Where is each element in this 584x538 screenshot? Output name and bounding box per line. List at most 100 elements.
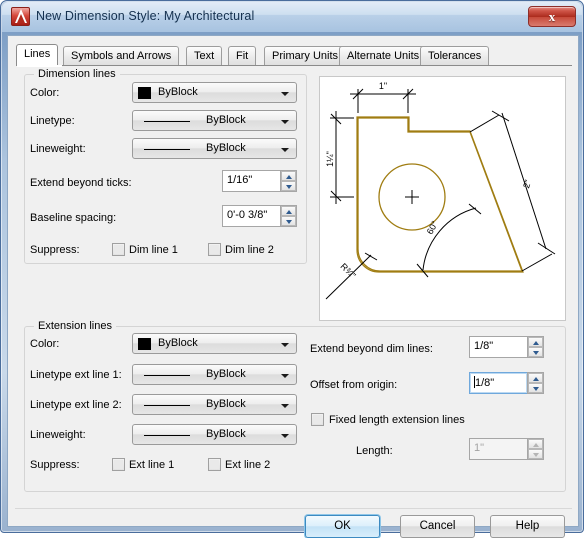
suppress-ext-line-1-checkbox[interactable] [112,458,125,471]
spin-up-icon[interactable] [528,439,543,449]
title-bar: New Dimension Style: My Architectural x [2,2,582,32]
tab-active-cut [17,65,62,67]
dim-lineweight-combo[interactable]: ByBlock [132,138,297,159]
chevron-down-icon [281,120,289,124]
dim-top-label: 1" [379,81,387,91]
spin-down-icon[interactable] [528,347,543,357]
spin-up-icon[interactable] [528,373,543,383]
spin-down-icon[interactable] [528,383,543,393]
length-stepper[interactable]: 1" [469,438,544,460]
offset-from-origin-spin-buttons[interactable] [527,372,544,394]
tab-symbols-and-arrows[interactable]: Symbols and Arrows [63,46,180,66]
extend-beyond-dim-lines-input[interactable]: 1/8" [469,336,527,358]
preview-geometry-outline [357,117,523,272]
ext-linetype-2-combo[interactable]: ByBlock [132,394,297,415]
preview-drawing: 1" 1¼" R¾" 60° 2" [325,81,556,300]
dim-linetype-value: ByBlock [206,114,246,126]
dim-linetype-combo[interactable]: ByBlock [132,110,297,131]
line-sample-icon [144,405,190,406]
suppress-dim-line-2-checkbox[interactable] [208,243,221,256]
ext-linetype-1-combo[interactable]: ByBlock [132,364,297,385]
dim-color-combo[interactable]: ByBlock [132,82,297,103]
ext-color-combo[interactable]: ByBlock [132,333,297,354]
chevron-down-icon [281,404,289,408]
spin-down-icon[interactable] [281,216,296,226]
tab-text[interactable]: Text [186,46,223,66]
ext-lineweight-label: Lineweight: [30,429,86,441]
offset-from-origin-input[interactable]: 1/8" [469,372,527,394]
length-label: Length: [356,445,393,457]
extend-beyond-dim-lines-spin-buttons[interactable] [527,336,544,358]
offset-from-origin-stepper[interactable]: 1/8" [469,372,544,394]
fixed-length-extension-lines-checkbox[interactable] [311,413,324,426]
baseline-spacing-spin-buttons[interactable] [280,205,297,227]
spin-up-icon[interactable] [281,171,296,181]
tab-fit[interactable]: Fit [228,46,257,66]
close-icon[interactable]: x [528,6,576,27]
extend-beyond-dim-lines-stepper[interactable]: 1/8" [469,336,544,358]
cancel-button[interactable]: Cancel [400,515,475,538]
tab-lines[interactable]: Lines [16,44,59,66]
spin-down-icon[interactable] [528,449,543,459]
extend-beyond-ticks-label: Extend beyond ticks: [30,177,132,189]
line-sample-icon [144,435,190,436]
color-swatch-icon [138,87,151,99]
spin-up-icon[interactable] [528,337,543,347]
suppress-dim-line-2-label: Dim line 2 [225,244,274,256]
chevron-down-icon [281,434,289,438]
ext-lineweight-combo[interactable]: ByBlock [132,424,297,445]
extend-beyond-ticks-input[interactable]: 1/16" [222,170,280,192]
ok-button[interactable]: OK [305,515,380,538]
offset-from-origin-value: 1/8" [475,377,495,389]
dim-color-value: ByBlock [158,86,198,98]
tab-tolerances[interactable]: Tolerances [420,46,490,66]
footer-divider [15,508,572,509]
tab-label: Fit [236,50,249,62]
spin-up-icon[interactable] [281,206,296,216]
dialog-window: New Dimension Style: My Architectural x … [0,0,584,538]
dim-linetype-label: Linetype: [30,115,75,127]
extend-beyond-ticks-spin-buttons[interactable] [280,170,297,192]
tab-label: Lines [24,48,51,60]
baseline-spacing-label: Baseline spacing: [30,212,117,224]
dim-lineweight-label: Lineweight: [30,143,86,155]
chevron-down-icon [281,374,289,378]
window-title: New Dimension Style: My Architectural [36,9,255,23]
ext-color-label: Color: [30,338,60,350]
ext-linetype-1-value: ByBlock [206,368,246,380]
chevron-down-icon [281,148,289,152]
tab-underline [16,65,572,66]
length-spin-buttons[interactable] [527,438,544,460]
baseline-spacing-input[interactable]: 0'-0 3/8" [222,205,280,227]
length-input[interactable]: 1" [469,438,527,460]
tab-primary-units[interactable]: Primary Units [264,46,347,66]
ext-linetype-2-value: ByBlock [206,398,246,410]
help-button[interactable]: Help [490,515,565,538]
tab-label: Text [194,50,215,62]
line-sample-icon [144,149,190,150]
dim-color-label: Color: [30,87,60,99]
extend-beyond-dim-lines-label: Extend beyond dim lines: [310,343,433,355]
suppress-ext-line-2-label: Ext line 2 [225,459,271,471]
dimension-style-preview: 1" 1¼" R¾" 60° 2" [319,76,566,321]
dimension-lines-group-title: Dimension lines [34,68,120,80]
suppress-ext-line-1-label: Ext line 1 [129,459,175,471]
baseline-spacing-stepper[interactable]: 0'-0 3/8" [222,205,297,227]
tab-alternate-units[interactable]: Alternate Units [339,46,428,66]
ext-suppress-label: Suppress: [30,459,80,471]
dim-left-label: 1¼" [325,151,335,167]
line-sample-icon [144,121,190,122]
ext-color-value: ByBlock [158,337,198,349]
ext-linetype-2-label: Linetype ext line 2: [30,399,122,411]
suppress-ext-line-2-checkbox[interactable] [208,458,221,471]
dialog-client-area: Lines Symbols and Arrows Text Fit Primar… [7,35,579,538]
tab-label: Primary Units [272,50,339,62]
line-sample-icon [144,375,190,376]
extend-beyond-ticks-stepper[interactable]: 1/16" [222,170,297,192]
tab-strip: Lines Symbols and Arrows Text Fit Primar… [16,44,572,66]
chevron-down-icon [281,92,289,96]
dim-right-label: 2" [521,179,533,190]
suppress-dim-line-1-checkbox[interactable] [112,243,125,256]
spin-down-icon[interactable] [281,181,296,191]
dim-suppress-label: Suppress: [30,244,80,256]
